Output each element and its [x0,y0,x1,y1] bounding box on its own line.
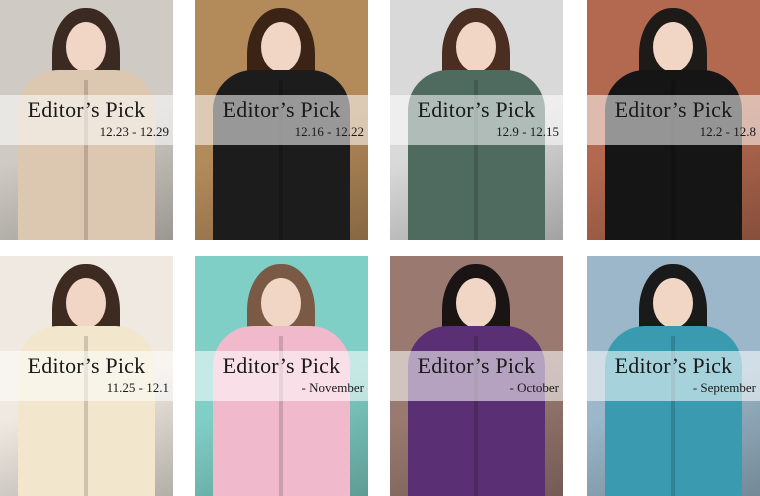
editors-pick-card[interactable]: Editor’s Pick 12.9 - 12.15 [390,0,563,240]
editors-pick-card[interactable]: Editor’s Pick 12.23 - 12.29 [0,0,173,240]
editors-pick-grid: Editor’s Pick 12.23 - 12.29 Editor’s Pick 1… [0,0,760,496]
card-title: Editor’s Pick [27,97,146,122]
card-title: Editor’s Pick [417,97,536,122]
card-date-range: - November [301,380,364,395]
editors-pick-card[interactable]: Editor’s Pick 12.16 - 12.22 [195,0,368,240]
editors-pick-card[interactable]: Editor’s Pick 12.2 - 12.8 [587,0,760,240]
model-face [66,22,106,72]
model-face [66,278,106,328]
card-date-range: - September [692,380,756,395]
card-title: Editor’s Pick [222,97,341,122]
card-title: Editor’s Pick [614,353,733,378]
model-face [261,278,301,328]
model-face [261,22,301,72]
card-title: Editor’s Pick [222,353,341,378]
card-date-range: 11.25 - 12.1 [106,380,169,395]
card-date-range: 12.23 - 12.29 [99,124,169,139]
card-title: Editor’s Pick [27,353,146,378]
editors-pick-card[interactable]: Editor’s Pick - October [390,256,563,496]
card-title: Editor’s Pick [417,353,536,378]
card-date-range: 12.2 - 12.8 [699,124,756,139]
card-title: Editor’s Pick [614,97,733,122]
model-face [456,278,496,328]
card-date-range: 12.16 - 12.22 [294,124,364,139]
editors-pick-card[interactable]: Editor’s Pick - September [587,256,760,496]
editors-pick-card[interactable]: Editor’s Pick - November [195,256,368,496]
model-face [653,22,693,72]
editors-pick-card[interactable]: Editor’s Pick 11.25 - 12.1 [0,256,173,496]
model-face [456,22,496,72]
card-date-range: 12.9 - 12.15 [496,124,559,139]
card-date-range: - October [509,380,559,395]
model-face [653,278,693,328]
